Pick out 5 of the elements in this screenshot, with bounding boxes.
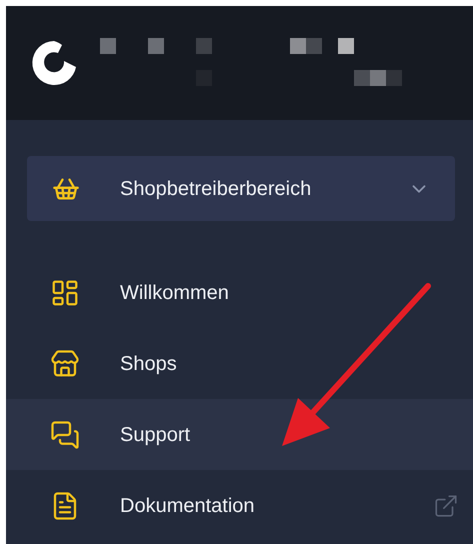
nav-item[interactable]: Support [6,399,473,470]
dashboard-icon [50,278,80,308]
storefront-icon [50,348,80,378]
speech-bubbles-icon [50,420,80,450]
area-switcher-dropdown[interactable]: Shopbetreiberbereich [27,156,455,221]
